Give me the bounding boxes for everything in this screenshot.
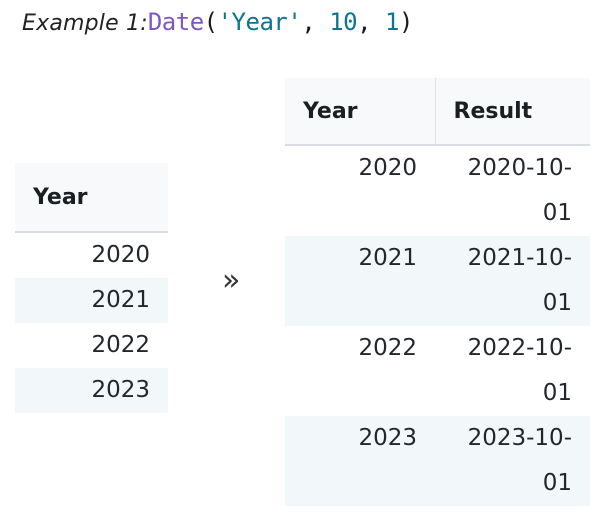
input-column-header-year: Year <box>15 163 168 233</box>
input-cell-year: 2020 <box>15 232 168 278</box>
input-table: Year 2020 2021 2022 2023 <box>15 163 168 413</box>
example-formula-line: Example 1:Date('Year', 10, 1) <box>22 10 413 35</box>
output-cell-result: 2023-10-01 <box>435 416 590 506</box>
code-arg-number-1: 10 <box>329 8 358 36</box>
output-table-body: 2020 2020-10-01 2021 2021-10-01 2022 202… <box>285 145 590 506</box>
code-open-paren: ( <box>203 8 218 36</box>
output-cell-result: 2021-10-01 <box>435 236 590 326</box>
input-cell-year: 2023 <box>15 368 168 413</box>
table-row: 2021 <box>15 278 168 323</box>
input-cell-year: 2022 <box>15 323 168 368</box>
output-table-header: Year Result <box>285 78 590 146</box>
input-table-body: 2020 2021 2022 2023 <box>15 232 168 413</box>
output-cell-result: 2020-10-01 <box>435 145 590 236</box>
code-arg-string: 'Year' <box>217 8 302 36</box>
output-cell-year: 2022 <box>285 326 435 416</box>
table-header-row: Year <box>15 163 168 233</box>
table-row: 2023 2023-10-01 <box>285 416 590 506</box>
code-function-name: Date <box>147 8 204 36</box>
output-cell-year: 2023 <box>285 416 435 506</box>
table-row: 2023 <box>15 368 168 413</box>
table-header-row: Year Result <box>285 78 590 146</box>
input-table-header: Year <box>15 163 168 233</box>
table-row: 2020 <box>15 232 168 278</box>
code-close-paren: ) <box>398 8 413 36</box>
table-row: 2022 <box>15 323 168 368</box>
table-row: 2021 2021-10-01 <box>285 236 590 326</box>
input-cell-year: 2021 <box>15 278 168 323</box>
code-comma-1: , <box>301 8 330 36</box>
output-cell-year: 2021 <box>285 236 435 326</box>
code-comma-2: , <box>357 8 386 36</box>
output-table: Year Result 2020 2020-10-01 2021 2021-10… <box>285 78 590 506</box>
output-column-header-result: Result <box>434 78 590 146</box>
code-arg-number-2: 1 <box>385 8 399 36</box>
output-cell-result: 2022-10-01 <box>435 326 590 416</box>
double-chevron-right-icon: » <box>222 263 241 298</box>
output-column-header-year: Year <box>285 78 435 146</box>
table-row: 2022 2022-10-01 <box>285 326 590 416</box>
output-cell-year: 2020 <box>285 145 435 236</box>
table-row: 2020 2020-10-01 <box>285 145 590 236</box>
example-label: Example 1: <box>22 11 148 36</box>
